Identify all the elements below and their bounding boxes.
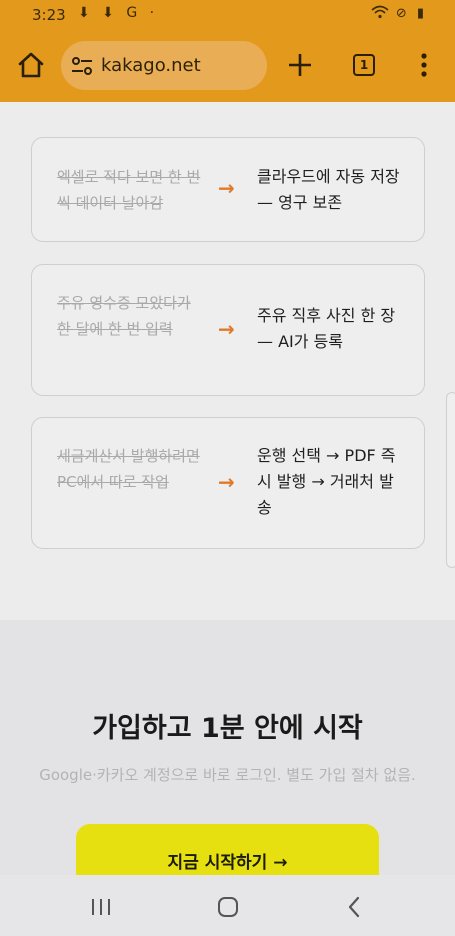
cta-title: 가입하고 1분 안에 시작 xyxy=(92,713,363,744)
home-icon[interactable] xyxy=(16,50,46,80)
comparison-card: 엑셀로 적다 보면 한 번씩 데이터 날아감 → 클라우드에 자동 저장 — 영… xyxy=(31,137,425,242)
tab-switcher-button[interactable]: 1 xyxy=(353,54,375,76)
home-button-icon[interactable] xyxy=(217,896,239,918)
start-now-label: 지금 시작하기 → xyxy=(167,853,288,873)
system-icons: ⊘ ▮ xyxy=(371,5,427,21)
page-content: 엑셀로 적다 보면 한 번씩 데이터 날아감 → 클라우드에 자동 저장 — 영… xyxy=(0,102,455,620)
notification-icons: ⬇ ⬇ G · xyxy=(78,5,159,21)
new-way-text: 주유 직후 사진 한 장 — AI가 등록 xyxy=(257,306,396,351)
status-time: 3:23 xyxy=(32,6,66,24)
arrow-icon: → xyxy=(218,176,235,200)
new-tab-icon[interactable] xyxy=(287,52,313,78)
scroll-handle[interactable] xyxy=(446,392,455,568)
site-settings-icon[interactable] xyxy=(70,55,94,77)
cta-subtitle: Google·카카오 계정으로 바로 로그인. 별도 가입 절차 없음. xyxy=(39,766,416,784)
new-way-text: 운행 선택 → PDF 즉시 발행 → 거래처 발송 xyxy=(257,446,396,517)
new-way-text: 클라우드에 자동 저장 — 영구 보존 xyxy=(257,167,400,212)
back-icon[interactable] xyxy=(346,896,362,918)
browser-toolbar: kakago.net 1 xyxy=(0,30,455,102)
comparison-card: 주유 영수증 모았다가 한 달에 한 번 입력 → 주유 직후 사진 한 장 —… xyxy=(31,264,425,396)
status-bar: 3:23 ⬇ ⬇ G · ⊘ ▮ xyxy=(0,0,455,30)
dnd-battery-icons: ⊘ ▮ xyxy=(395,6,427,21)
arrow-icon: → xyxy=(218,470,235,494)
url-text[interactable]: kakago.net xyxy=(101,55,201,76)
address-bar[interactable]: kakago.net xyxy=(61,41,267,90)
old-way-text: 주유 영수증 모았다가 한 달에 한 번 입력 xyxy=(57,294,191,338)
comparison-card: 세금계산서 발행하려면 PC에서 따로 작업 → 운행 선택 → PDF 즉시 … xyxy=(31,417,425,549)
old-way-text: 세금계산서 발행하려면 PC에서 따로 작업 xyxy=(57,447,200,491)
more-menu-icon[interactable] xyxy=(414,51,434,79)
arrow-icon: → xyxy=(218,317,235,341)
wifi-icon xyxy=(371,5,389,19)
signup-cta-section: 가입하고 1분 안에 시작 Google·카카오 계정으로 바로 로그인. 별도… xyxy=(0,620,455,875)
recents-icon[interactable] xyxy=(90,897,112,917)
system-nav-bar xyxy=(0,875,455,936)
old-way-text: 엑셀로 적다 보면 한 번씩 데이터 날아감 xyxy=(57,168,201,212)
start-now-button[interactable]: 지금 시작하기 → xyxy=(76,824,379,875)
